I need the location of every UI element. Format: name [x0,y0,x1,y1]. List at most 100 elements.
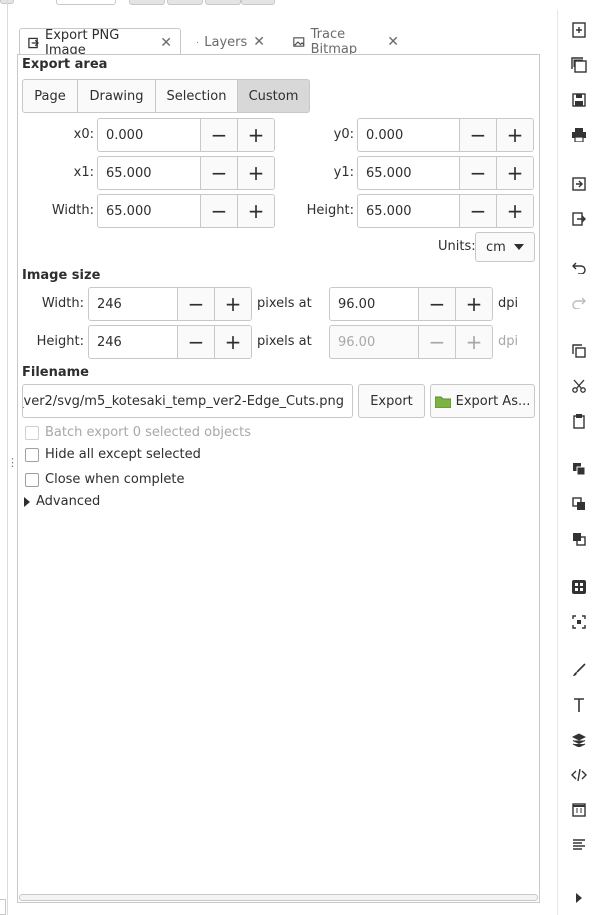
pixels-at-label: pixels at [257,334,312,349]
tab-label: Export PNG Image [45,27,120,58]
plus-icon[interactable]: + [455,288,492,320]
minus-icon[interactable]: − [200,157,237,189]
tab-trace-bitmap[interactable]: Trace Bitmap ✕ [285,27,407,57]
minus-icon[interactable]: − [459,157,496,189]
hide-all-except-label[interactable]: Hide all except selected [45,447,201,462]
batch-export-label: Batch export 0 selected objects [45,425,251,440]
select-same-icon[interactable] [562,607,596,637]
toolbar-fragment [56,0,116,5]
dpi-spinbox[interactable]: 96.00 − + [329,287,493,321]
pixels-at-label: pixels at [257,296,312,311]
plus-icon[interactable]: + [214,288,251,320]
area-height-label: Height: [306,203,354,218]
fill-stroke-icon[interactable] [562,655,596,685]
image-height-value[interactable]: 246 [89,326,177,358]
minus-icon[interactable]: − [459,195,496,227]
plus-icon[interactable]: + [237,157,274,189]
advanced-expander[interactable]: Advanced [24,494,100,509]
align-text-icon[interactable] [562,830,596,860]
x1-spinbox[interactable]: 65.000 − + [97,156,275,190]
y0-label: y0: [333,127,354,142]
dpi-value[interactable]: 96.00 [330,288,418,320]
y0-spinbox[interactable]: 0.000 − + [357,118,534,152]
paste-icon[interactable] [562,406,596,436]
open-template-icon[interactable] [562,50,596,80]
area-height-spinbox[interactable]: 65.000 − + [357,194,534,228]
tab-label: Layers [204,34,248,50]
area-width-label: Width: [51,203,94,218]
page-button[interactable]: Page [22,79,78,113]
y1-value[interactable]: 65.000 [358,157,459,189]
minus-icon[interactable]: − [200,195,237,227]
drawing-button[interactable]: Drawing [78,79,156,113]
close-when-complete-checkbox[interactable]: Close when complete [25,472,185,487]
plus-icon[interactable]: + [496,195,533,227]
area-width-value[interactable]: 65.000 [98,195,200,227]
horizontal-scrollbar[interactable] [19,894,538,901]
y1-spinbox[interactable]: 65.000 − + [357,156,534,190]
y1-label: y1: [333,165,354,180]
plus-icon[interactable]: + [496,119,533,151]
text-icon[interactable] [562,690,596,720]
layers-icon[interactable] [562,725,596,755]
export-as-label: Export As... [455,393,531,409]
close-icon[interactable]: ✕ [387,34,399,50]
print-icon[interactable] [562,120,596,150]
raise-icon[interactable] [562,454,596,484]
align-icon[interactable] [562,572,596,602]
dpi-value: 96.00 [338,334,376,350]
expand-icon[interactable] [562,883,596,913]
xml-editor-icon[interactable] [562,760,596,790]
dpi-spinbox-disabled: 96.00 − + [329,325,493,359]
image-width-value[interactable]: 246 [89,288,177,320]
plus-icon: + [455,326,492,358]
drag-handle-icon[interactable]: ⋮ [7,456,18,472]
cut-icon[interactable] [562,371,596,401]
undo-icon[interactable] [562,253,596,283]
minus-icon[interactable]: − [177,326,214,358]
tab-export-png[interactable]: Export PNG Image ✕ [19,27,181,58]
tab-layers[interactable]: Layers ✕ [189,28,273,56]
image-height-spinbox[interactable]: 246 − + [88,325,252,359]
import-icon[interactable] [562,169,596,199]
x0-value[interactable]: 0.000 [98,119,200,151]
close-icon[interactable]: ✕ [253,34,265,50]
hide-all-except-checkbox[interactable]: Hide all except selected [25,447,201,462]
image-width-spinbox[interactable]: 246 − + [88,287,252,321]
selection-button[interactable]: Selection [156,79,238,113]
export-button[interactable]: Export [358,384,425,418]
plus-icon[interactable]: + [237,195,274,227]
y0-value[interactable]: 0.000 [358,119,459,151]
units-dropdown[interactable]: cm [475,232,535,262]
group-icon[interactable] [562,489,596,519]
plus-icon[interactable]: + [237,119,274,151]
checkbox-box[interactable] [25,447,39,462]
toolbar-fragment [241,0,275,5]
duplicate-icon[interactable] [562,336,596,366]
area-height-value[interactable]: 65.000 [358,195,459,227]
minus-icon[interactable]: − [459,119,496,151]
new-document-icon[interactable] [562,15,596,45]
close-when-complete-label[interactable]: Close when complete [45,472,185,487]
close-icon[interactable]: ✕ [160,35,172,51]
save-icon[interactable] [562,85,596,115]
area-width-spinbox[interactable]: 65.000 − + [97,194,275,228]
ungroup-icon[interactable] [562,524,596,554]
plus-icon[interactable]: + [496,157,533,189]
x1-value[interactable]: 65.000 [98,157,200,189]
export-icon [28,37,39,48]
filename-value: o_ver2/svg/m5_kotesaki_temp_ver2-Edge_Cu… [22,393,344,409]
object-props-icon[interactable] [562,795,596,825]
export-as-button[interactable]: Export As... [430,384,535,418]
x0-spinbox[interactable]: 0.000 − + [97,118,275,152]
export-icon[interactable] [562,204,596,234]
redo-icon[interactable] [562,288,596,318]
filename-input[interactable]: o_ver2/svg/m5_kotesaki_temp_ver2-Edge_Cu… [22,384,353,418]
image-width-label: Width: [41,296,84,311]
plus-icon[interactable]: + [214,326,251,358]
minus-icon[interactable]: − [418,288,455,320]
minus-icon[interactable]: − [200,119,237,151]
minus-icon[interactable]: − [177,288,214,320]
checkbox-box[interactable] [25,472,39,487]
custom-button[interactable]: Custom [238,79,310,113]
